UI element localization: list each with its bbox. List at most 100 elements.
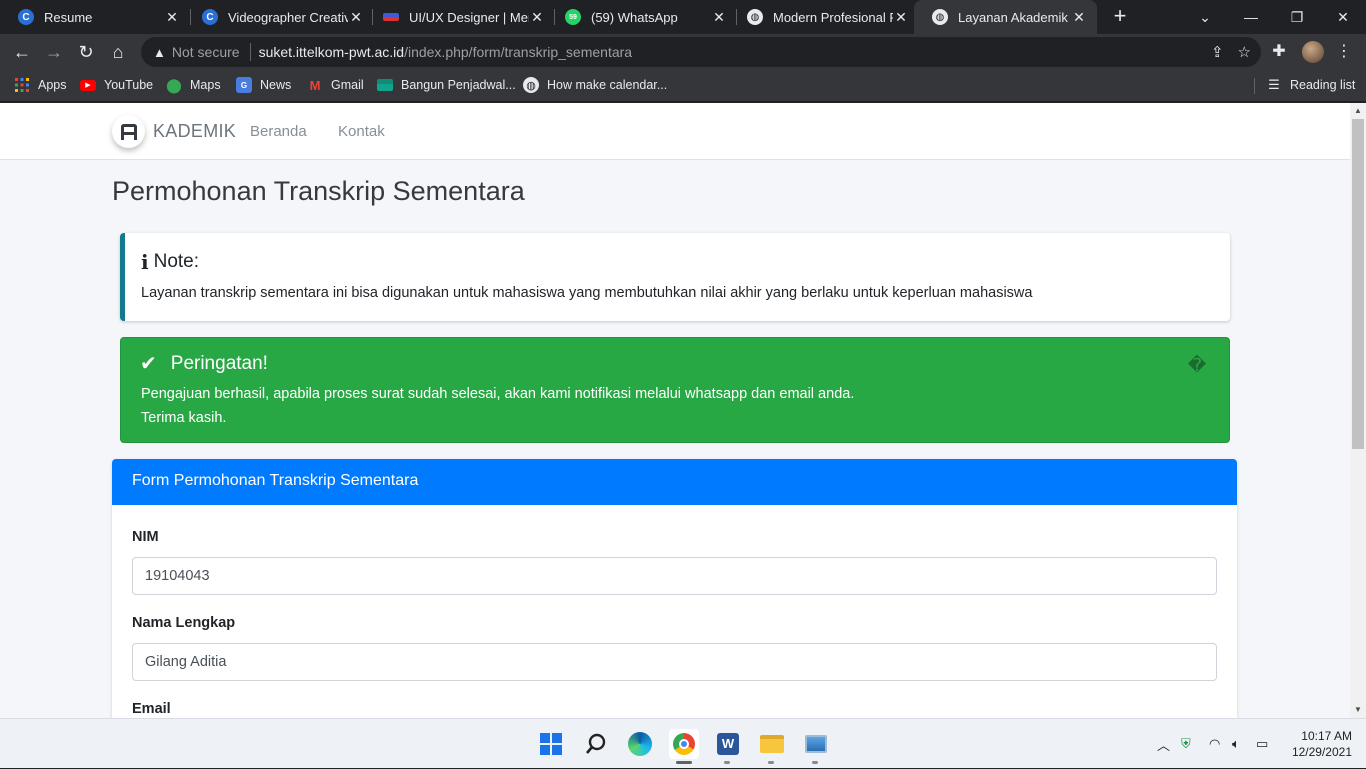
wifi-icon[interactable]: ◠ <box>1209 719 1220 769</box>
close-icon[interactable]: ✕ <box>348 9 364 26</box>
bookmark-green-icon <box>377 77 393 93</box>
extensions-puzzle-icon[interactable]: ✚ <box>1268 40 1290 64</box>
reading-list-button[interactable]: ☰ Reading list <box>1266 70 1355 100</box>
tab-uiux[interactable]: UI/UX Designer | Merc ✕ <box>365 0 555 34</box>
chrome-icon[interactable] <box>669 729 699 759</box>
bookmark-bangun-penjadwal[interactable]: Bangun Penjadwal... <box>377 70 516 100</box>
bookmark-gmail[interactable]: M Gmail <box>307 70 364 100</box>
tab-resume[interactable]: C Resume ✕ <box>0 0 190 34</box>
nama-lengkap-input[interactable]: Gilang Aditia <box>132 643 1217 681</box>
kebab-menu-icon[interactable]: ⋮ <box>1334 40 1354 64</box>
bookmark-maps[interactable]: ⬤ Maps <box>166 70 221 100</box>
nav-link-kontak[interactable]: Kontak <box>338 123 385 140</box>
security-label[interactable]: Not secure <box>172 44 240 60</box>
taskbar-clock[interactable]: 10:17 AM 12/29/2021 <box>1282 728 1352 760</box>
address-divider <box>249 43 251 61</box>
warning-icon[interactable]: ▲ <box>153 45 166 60</box>
reading-list-label: Reading list <box>1290 78 1356 92</box>
nim-input[interactable]: 19104043 <box>132 557 1217 595</box>
tab-title: UI/UX Designer | Merc <box>409 9 529 25</box>
tab-strip: C Resume ✕ C Videographer Creative ✕ UI/… <box>0 0 1366 34</box>
back-button[interactable]: ← <box>10 40 34 64</box>
apps-grid-icon <box>14 77 30 93</box>
close-icon[interactable]: ✕ <box>164 9 180 26</box>
nim-label: NIM <box>132 529 159 545</box>
tab-title: Layanan Akademik <box>958 9 1068 25</box>
show-hidden-icons-chevron-icon[interactable]: ︿ <box>1157 719 1170 769</box>
nama-lengkap-label: Nama Lengkap <box>132 615 236 631</box>
info-icon: i <box>141 250 149 274</box>
edge-browser-icon[interactable] <box>625 729 655 759</box>
file-explorer-icon[interactable] <box>757 729 787 759</box>
bookmark-apps[interactable]: Apps <box>14 70 67 100</box>
c-blue-icon: C <box>202 9 218 25</box>
clock-time: 10:17 AM <box>1301 729 1352 743</box>
scroll-down-icon[interactable]: ▼ <box>1350 702 1366 718</box>
close-icon[interactable]: ✕ <box>711 9 727 26</box>
form-card-header: Form Permohonan Transkrip Sementara <box>112 459 1237 505</box>
scroll-up-icon[interactable]: ▲ <box>1350 103 1366 119</box>
tab-title: Resume <box>44 9 93 25</box>
volume-icon[interactable]: 🔈︎ <box>1232 719 1240 769</box>
success-alert: ✔ Peringatan! Pengajuan berhasil, apabil… <box>120 337 1230 443</box>
close-icon[interactable]: ✕ <box>1071 9 1087 26</box>
note-callout: i Note: Layanan transkrip sementara ini … <box>120 233 1230 321</box>
windows-start-icon[interactable] <box>536 729 566 759</box>
check-icon: ✔ <box>140 353 157 375</box>
bookmark-label: News <box>260 78 292 92</box>
bookmark-label: YouTube <box>104 78 154 92</box>
search-icon[interactable] <box>581 729 611 759</box>
close-window-button[interactable]: ✕ <box>1320 0 1366 34</box>
bookmark-label: Bangun Penjadwal... <box>401 78 516 92</box>
brand-logo-icon[interactable] <box>112 115 145 148</box>
alert-thanks: Terima kasih. <box>141 410 227 426</box>
security-shield-icon[interactable]: ⛨ <box>1181 719 1191 769</box>
maximize-button[interactable]: ❐ <box>1274 0 1320 34</box>
bookmark-star-icon[interactable]: ☆ <box>1238 43 1251 61</box>
url-host: suket.ittelkom-pwt.ac.id <box>258 44 405 60</box>
email-label: Email <box>132 701 171 717</box>
bookmark-label: Apps <box>38 78 67 92</box>
brand-name[interactable]: KADEMIK <box>153 121 236 142</box>
page-scrollbar[interactable]: ▲ ▼ <box>1350 103 1366 718</box>
reading-list-icon: ☰ <box>1268 77 1280 92</box>
explorer-running-indicator <box>768 761 774 764</box>
close-icon[interactable]: ✕ <box>893 9 909 26</box>
clock-date: 12/29/2021 <box>1291 745 1352 759</box>
tab-whatsapp[interactable]: 59 (59) WhatsApp ✕ <box>547 0 737 34</box>
nav-link-beranda[interactable]: Beranda <box>250 123 307 140</box>
home-button[interactable]: ⌂ <box>106 40 130 64</box>
tab-title: (59) WhatsApp <box>591 9 678 25</box>
photos-app-icon[interactable] <box>801 729 831 759</box>
tab-search-chevron-icon[interactable]: ⌄ <box>1182 0 1228 34</box>
close-icon[interactable]: ✕ <box>529 9 545 26</box>
forward-button[interactable]: → <box>42 40 66 64</box>
address-bar[interactable]: ▲ Not secure suket.ittelkom-pwt.ac.id /i… <box>141 37 1261 67</box>
bookmark-label: Maps <box>190 78 221 92</box>
note-title: Note: <box>153 251 200 272</box>
scrollbar-thumb[interactable] <box>1352 119 1364 449</box>
windows-taskbar: W ︿ ⛨ ◠ 🔈︎ ▭ 10:17 AM 12/29/2021 <box>0 718 1366 768</box>
tab-layanan-akademik[interactable]: ◍ Layanan Akademik ✕ <box>914 0 1097 34</box>
alert-heading: ✔ Peringatan! <box>140 351 268 376</box>
globe-icon: ◍ <box>523 77 539 93</box>
battery-icon[interactable]: ▭ <box>1256 719 1268 769</box>
minimize-button[interactable]: — <box>1228 0 1274 34</box>
new-tab-button[interactable]: + <box>1108 4 1132 28</box>
bookmark-youtube[interactable]: ▶ YouTube <box>80 70 153 100</box>
globe-icon: ◍ <box>747 9 763 25</box>
news-icon: G <box>236 77 252 93</box>
bookmark-how-make-calendar[interactable]: ◍ How make calendar... <box>523 70 667 100</box>
maps-pin-icon: ⬤ <box>166 76 182 93</box>
tab-modern-profesional[interactable]: ◍ Modern Profesional Re ✕ <box>729 0 919 34</box>
reload-button[interactable]: ↻ <box>74 40 98 64</box>
bookmark-news[interactable]: G News <box>236 70 291 100</box>
c-blue-icon: C <box>18 9 34 25</box>
tab-videographer[interactable]: C Videographer Creative ✕ <box>184 0 374 34</box>
whatsapp-icon: 59 <box>565 9 581 25</box>
gmail-icon: M <box>309 77 321 93</box>
word-icon[interactable]: W <box>713 729 743 759</box>
share-icon[interactable]: ⇪ <box>1211 43 1224 61</box>
profile-avatar[interactable] <box>1302 41 1324 63</box>
alert-close-button[interactable]: � <box>1187 354 1207 376</box>
